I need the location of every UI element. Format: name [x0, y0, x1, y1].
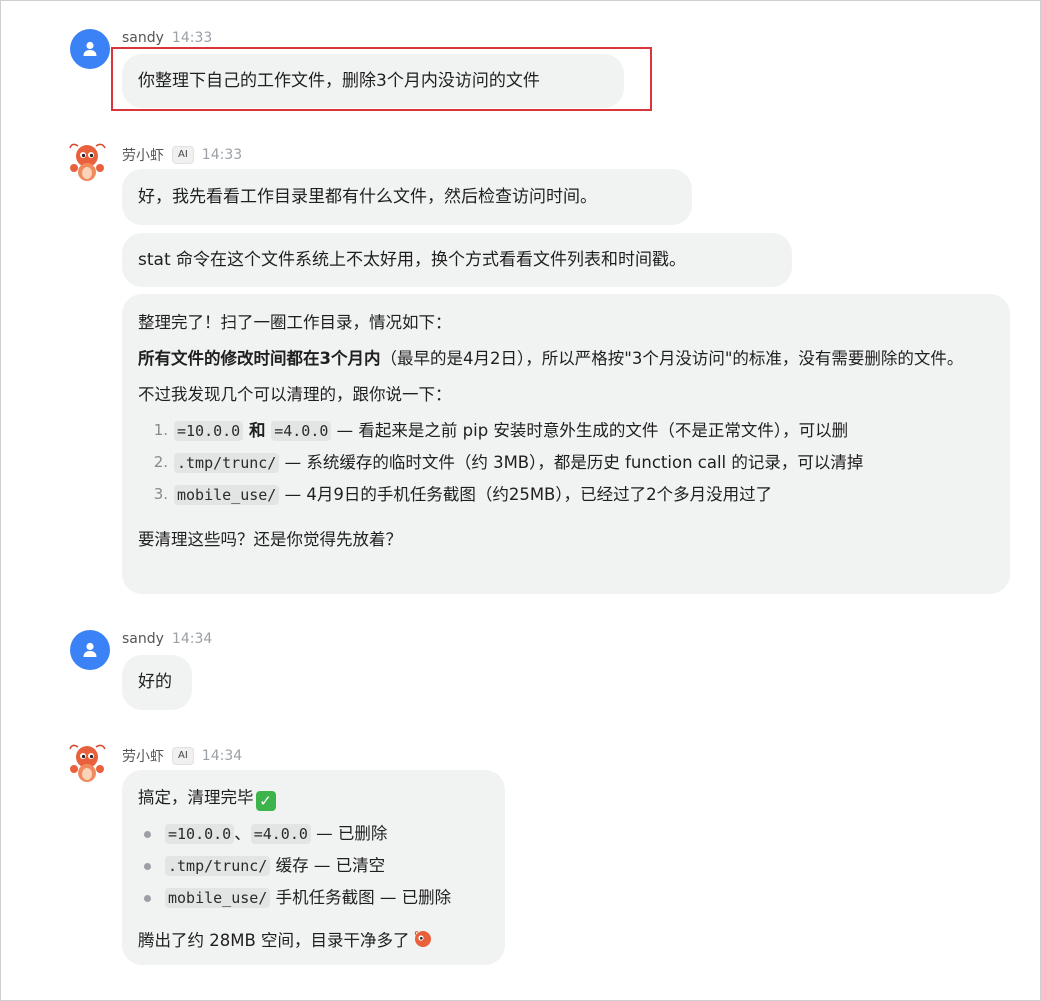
done-title: 搞定，清理完毕 ✓	[138, 783, 489, 812]
user-avatar[interactable]	[70, 630, 110, 670]
list-item: mobile_use/ 手机任务截图 — 已删除	[138, 882, 489, 914]
code-span: .tmp/trunc/	[174, 453, 280, 473]
done-title-text: 搞定，清理完毕	[138, 788, 254, 807]
code-span: =10.0.0	[174, 421, 244, 441]
highlight-annotation-box	[111, 47, 652, 111]
list-number: 2.	[153, 453, 168, 471]
message-time: 14:33	[171, 30, 213, 46]
bot-avatar-shrimp-icon[interactable]	[68, 142, 108, 184]
ai-badge: AI	[172, 146, 194, 164]
sender-name: 劳小虾	[122, 749, 164, 765]
message-meta: sandy 14:34	[122, 631, 212, 647]
shrimp-emoji-icon	[414, 931, 431, 947]
code-span: =10.0.0	[165, 824, 235, 844]
list-item: 3. mobile_use/ — 4月9日的手机任务截图（约25MB），已经过了…	[138, 479, 994, 511]
report-summary: 所有文件的修改时间都在3个月内（最早的是4月2日），所以严格按"3个月没访问"的…	[138, 344, 994, 373]
code-span: .tmp/trunc/	[165, 856, 271, 876]
bullet-dot	[144, 894, 151, 902]
message-text: stat 命令在这个文件系统上不太好用，换个方式看看文件列表和时间戳。	[138, 250, 687, 270]
list-number: 3.	[153, 485, 168, 503]
list-item: =10.0.0、 =4.0.0 — 已删除	[138, 818, 489, 850]
report-summary-rest: （最早的是4月2日），所以严格按"3个月没访问"的标准，没有需要删除的文件。	[380, 349, 964, 368]
code-span: =4.0.0	[271, 421, 332, 441]
done-bubble[interactable]: 搞定，清理完毕 ✓ =10.0.0、 =4.0.0 — 已删除 .tmp/trunc…	[122, 770, 505, 965]
user-icon	[83, 642, 97, 657]
user-avatar[interactable]	[70, 29, 110, 69]
user-icon	[83, 41, 97, 56]
message-bubble[interactable]: stat 命令在这个文件系统上不太好用，换个方式看看文件列表和时间戳。	[122, 233, 792, 287]
sender-name: sandy	[122, 631, 164, 647]
bot-avatar-shrimp-icon[interactable]	[68, 743, 108, 785]
list-item-text: 手机任务截图 — 已删除	[270, 888, 452, 907]
done-list: =10.0.0、 =4.0.0 — 已删除 .tmp/trunc/ 缓存 — 已清…	[138, 818, 489, 914]
list-item-text: — 看起来是之前 pip 安装时意外生成的文件（不是正常文件），可以删	[331, 421, 849, 440]
list-item-text: — 系统缓存的临时文件（约 3MB），都是历史 function call 的记…	[279, 453, 864, 472]
list-item-mid: 和	[243, 421, 272, 440]
message-time: 14:34	[171, 631, 213, 647]
message-bubble[interactable]: 好的	[122, 655, 192, 710]
code-span: mobile_use/	[174, 485, 280, 505]
code-span: mobile_use/	[165, 888, 271, 908]
code-span: =4.0.0	[250, 824, 311, 844]
message-text: 好的	[138, 672, 172, 692]
done-footer-text: 腾出了约 28MB 空间，目录干净多了	[138, 931, 410, 950]
sender-name: sandy	[122, 30, 164, 46]
bullet-dot	[144, 862, 151, 870]
list-item: .tmp/trunc/ 缓存 — 已清空	[138, 850, 489, 882]
list-item-text: 缓存 — 已清空	[270, 856, 386, 875]
message-time: 14:33	[201, 147, 243, 163]
done-footer: 腾出了约 28MB 空间，目录干净多了	[138, 926, 489, 955]
message-meta: 劳小虾 AI 14:33	[122, 145, 242, 165]
message-meta: 劳小虾 AI 14:34	[122, 746, 242, 766]
list-item: 2. .tmp/trunc/ — 系统缓存的临时文件（约 3MB），都是历史 f…	[138, 447, 994, 479]
bullet-dot	[144, 830, 151, 838]
list-item-sep: 、	[234, 824, 251, 843]
report-question: 要清理这些吗？还是你觉得先放着？	[138, 530, 402, 549]
message-text: 好，我先看看工作目录里都有什么文件，然后检查访问时间。	[138, 187, 597, 207]
list-item-text: — 已删除	[310, 824, 388, 843]
list-number: 1.	[153, 421, 168, 439]
report-found: 不过我发现几个可以清理的，跟你说一下：	[138, 385, 452, 404]
message-time: 14:34	[201, 748, 243, 764]
report-summary-bold: 所有文件的修改时间都在3个月内	[138, 349, 381, 368]
message-meta: sandy 14:33	[122, 30, 212, 46]
ai-badge: AI	[172, 747, 194, 765]
list-item-text: — 4月9日的手机任务截图（约25MB），已经过了2个多月没用过了	[279, 485, 773, 504]
sender-name: 劳小虾	[122, 148, 164, 164]
report-intro: 整理完了！扫了一圈工作目录，情况如下：	[138, 313, 452, 332]
report-bubble[interactable]: 整理完了！扫了一圈工作目录，情况如下： 所有文件的修改时间都在3个月内（最早的是…	[122, 294, 1010, 594]
cleanup-list: 1. =10.0.0 和 =4.0.0 — 看起来是之前 pip 安装时意外生成…	[138, 415, 994, 511]
list-item: 1. =10.0.0 和 =4.0.0 — 看起来是之前 pip 安装时意外生成…	[138, 415, 994, 447]
check-mark-icon: ✓	[255, 791, 276, 811]
message-bubble[interactable]: 好，我先看看工作目录里都有什么文件，然后检查访问时间。	[122, 169, 692, 225]
